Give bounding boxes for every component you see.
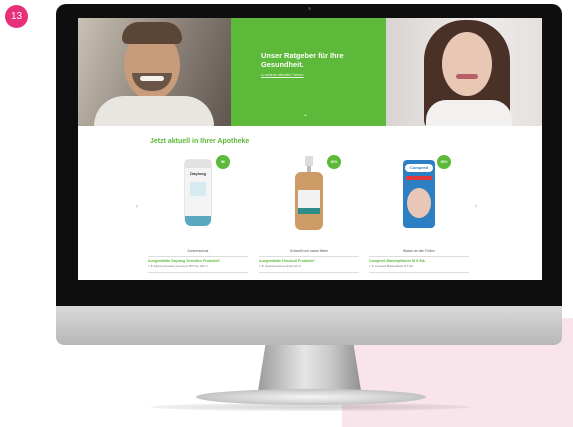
product-category: Sonnenschutz <box>187 249 209 253</box>
product-category: Blasen an den Füßen <box>403 249 435 253</box>
product-card-hirudoid[interactable]: 20% Rabatt Schweiß und nasse Beine Ausge… <box>259 154 359 274</box>
hero-image-man <box>78 18 231 126</box>
divider <box>148 256 248 257</box>
step-badge: 13 <box>5 5 28 28</box>
divider <box>369 272 469 273</box>
divider <box>259 272 359 273</box>
chevron-right-icon[interactable]: › <box>475 204 477 210</box>
product-title[interactable]: Compeed Blasenpflaster M 5 Stk. <box>369 259 469 263</box>
product-card-compeed[interactable]: Compeed 20% Rabatt Blasen an den Füßen C… <box>369 154 469 274</box>
hero-banner: Unser Ratgeber für Ihre Gesundheit. zu w… <box>231 18 386 126</box>
discount-badge: 5€ <box>216 155 230 169</box>
product-category: Schweiß und nasse Beine <box>289 249 329 253</box>
product-title[interactable]: Ausgewählte Daylong Sensitive Produkte* <box>148 259 248 263</box>
camera-dot <box>308 7 311 10</box>
brand-label: Compeed <box>409 165 429 170</box>
discount-badge: 20% Rabatt <box>327 155 341 178</box>
monitor-chin <box>56 306 562 345</box>
section-title: Jetzt aktuell in Ihrer Apotheke <box>150 138 250 145</box>
product-title[interactable]: Ausgewählte Hirudoid Produkte* <box>259 259 359 263</box>
product-subtitle: z. B. Compeed Blasenpflaster M 5 Stk. <box>369 265 414 268</box>
hero-image-woman <box>386 18 542 126</box>
chevron-down-icon[interactable]: ⌄ <box>303 111 308 118</box>
divider <box>259 256 359 257</box>
chevron-left-icon[interactable]: ‹ <box>136 204 138 210</box>
screen: Unser Ratgeber für Ihre Gesundheit. zu w… <box>78 18 542 280</box>
divider <box>148 272 248 273</box>
hero-title: Unser Ratgeber für Ihre Gesundheit. <box>261 51 344 69</box>
product-subtitle: z. B. Daylong Sensitive Gel-Creme SPF 50… <box>148 265 208 268</box>
discount-badge: 20% Rabatt <box>437 155 451 178</box>
hero-link[interactable]: zu weiteren aktuellen Themen <box>261 73 303 77</box>
divider <box>369 256 469 257</box>
product-card-daylong[interactable]: Daylong 5€ Sonnenschutz Ausgewählte Dayl… <box>148 154 248 274</box>
brand-label: Daylong <box>190 171 206 176</box>
monitor-base <box>196 389 426 405</box>
product-subtitle: z. B. Hirudoid Gelat as Spray 100 ml <box>259 265 301 268</box>
